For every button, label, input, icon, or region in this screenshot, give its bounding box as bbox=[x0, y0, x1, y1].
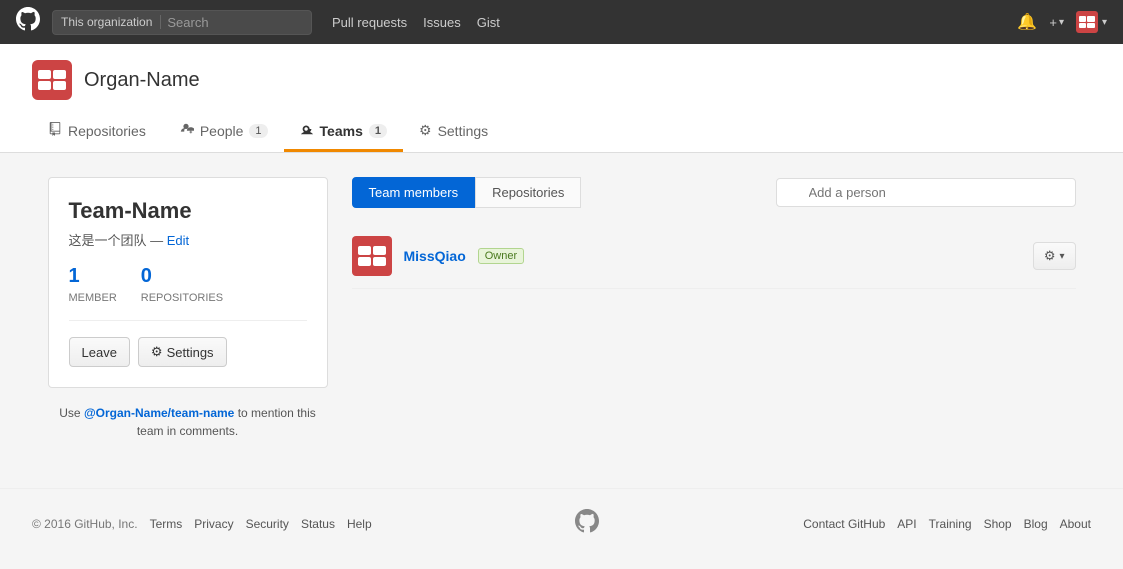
settings-button[interactable]: ⚙ Settings bbox=[138, 337, 227, 367]
navbar: This organization Pull requests Issues G… bbox=[0, 0, 1123, 44]
add-person-input[interactable] bbox=[776, 178, 1076, 207]
footer-shop[interactable]: Shop bbox=[984, 517, 1012, 531]
footer-help[interactable]: Help bbox=[347, 517, 372, 531]
navbar-links: Pull requests Issues Gist bbox=[332, 15, 500, 30]
team-stats: 1 MEMBER 0 REPOSITORIES bbox=[69, 265, 307, 321]
org-header: Organ-Name Repositories People 1 Teams 1… bbox=[0, 44, 1123, 153]
team-repositories-tab[interactable]: Repositories bbox=[475, 177, 581, 208]
footer-contact-github[interactable]: Contact GitHub bbox=[803, 517, 885, 531]
repo-count: 0 bbox=[141, 265, 223, 288]
repositories-icon bbox=[48, 122, 62, 139]
repo-stat: 0 REPOSITORIES bbox=[141, 265, 223, 304]
user-avatar-button[interactable]: ▾ bbox=[1076, 11, 1107, 33]
navbar-right: 🔔 + ▾ ▾ bbox=[1017, 11, 1107, 33]
tab-teams-count: 1 bbox=[369, 124, 387, 138]
team-desc-sep: — bbox=[150, 233, 167, 248]
footer-right: Contact GitHub API Training Shop Blog Ab… bbox=[803, 517, 1091, 531]
create-new-button[interactable]: + ▾ bbox=[1049, 15, 1064, 30]
footer-copyright: © 2016 GitHub, Inc. bbox=[32, 517, 138, 531]
people-icon bbox=[178, 122, 194, 139]
nav-gist[interactable]: Gist bbox=[477, 15, 500, 30]
tab-settings[interactable]: ⚙ Settings bbox=[403, 112, 504, 152]
footer-center bbox=[575, 509, 599, 539]
mention-link[interactable]: @Organ-Name/team-name bbox=[84, 406, 234, 420]
mention-prefix: Use bbox=[59, 406, 80, 420]
footer-security[interactable]: Security bbox=[246, 517, 289, 531]
tab-teams-label: Teams bbox=[320, 123, 363, 139]
team-desc-text: 这是一个团队 bbox=[69, 233, 147, 248]
tab-repositories-label: Repositories bbox=[68, 123, 146, 139]
member-label: MEMBER bbox=[69, 292, 117, 304]
team-card: Team-Name 这是一个团队 — Edit 1 MEMBER 0 REPOS… bbox=[48, 177, 328, 388]
teams-icon bbox=[300, 122, 314, 139]
footer-about[interactable]: About bbox=[1060, 517, 1091, 531]
footer: © 2016 GitHub, Inc. Terms Privacy Securi… bbox=[0, 488, 1123, 559]
github-logo-icon[interactable] bbox=[16, 7, 40, 38]
repo-label: REPOSITORIES bbox=[141, 292, 223, 304]
team-main: Team members Repositories bbox=[352, 177, 1076, 440]
org-name: Organ-Name bbox=[84, 69, 200, 92]
add-person-wrap bbox=[776, 178, 1076, 207]
member-username[interactable]: MissQiao bbox=[404, 248, 466, 264]
team-tabs-row: Team members Repositories bbox=[352, 177, 1076, 208]
avatar-chevron-icon: ▾ bbox=[1102, 17, 1107, 28]
org-title-row: Organ-Name bbox=[32, 60, 1091, 100]
search-context-label: This organization bbox=[61, 15, 161, 29]
team-actions: Leave ⚙ Settings bbox=[69, 337, 307, 367]
tab-people-label: People bbox=[200, 123, 244, 139]
member-role-badge: Owner bbox=[478, 248, 524, 264]
notification-icon[interactable]: 🔔 bbox=[1017, 12, 1037, 32]
settings-icon: ⚙ bbox=[419, 122, 432, 139]
nav-pull-requests[interactable]: Pull requests bbox=[332, 15, 407, 30]
footer-blog[interactable]: Blog bbox=[1024, 517, 1048, 531]
member-avatar bbox=[352, 236, 392, 276]
footer-training[interactable]: Training bbox=[929, 517, 972, 531]
team-description: 这是一个团队 — Edit bbox=[69, 230, 307, 249]
tab-settings-label: Settings bbox=[438, 123, 489, 139]
team-mention: Use @Organ-Name/team-name to mention thi… bbox=[48, 404, 328, 440]
nav-issues[interactable]: Issues bbox=[423, 15, 461, 30]
team-edit-link[interactable]: Edit bbox=[167, 233, 189, 248]
member-count: 1 bbox=[69, 265, 117, 288]
avatar bbox=[1076, 11, 1098, 33]
avatar-grid bbox=[1079, 16, 1095, 28]
footer-api[interactable]: API bbox=[897, 517, 916, 531]
tab-repositories[interactable]: Repositories bbox=[32, 112, 162, 152]
footer-github-logo-icon bbox=[575, 509, 599, 539]
member-stat: 1 MEMBER bbox=[69, 265, 117, 304]
settings-label: Settings bbox=[167, 345, 214, 360]
footer-status[interactable]: Status bbox=[301, 517, 335, 531]
table-row: MissQiao Owner ⚙ ▾ bbox=[352, 224, 1076, 289]
org-avatar bbox=[32, 60, 72, 100]
add-person-container bbox=[776, 178, 1076, 207]
team-members-tab[interactable]: Team members bbox=[352, 177, 476, 208]
member-list: MissQiao Owner ⚙ ▾ bbox=[352, 224, 1076, 289]
footer-terms[interactable]: Terms bbox=[150, 517, 183, 531]
footer-privacy[interactable]: Privacy bbox=[194, 517, 233, 531]
sidebar: Team-Name 这是一个团队 — Edit 1 MEMBER 0 REPOS… bbox=[48, 177, 328, 440]
team-name: Team-Name bbox=[69, 198, 307, 224]
member-gear-button[interactable]: ⚙ ▾ bbox=[1033, 242, 1076, 270]
footer-left: © 2016 GitHub, Inc. Terms Privacy Securi… bbox=[32, 517, 372, 531]
tab-teams[interactable]: Teams 1 bbox=[284, 112, 403, 152]
gear-icon: ⚙ bbox=[1044, 248, 1056, 264]
leave-button[interactable]: Leave bbox=[69, 337, 130, 367]
search-bar: This organization bbox=[52, 10, 312, 35]
main-content: Team-Name 这是一个团队 — Edit 1 MEMBER 0 REPOS… bbox=[32, 177, 1092, 440]
org-tabs: Repositories People 1 Teams 1 ⚙ Settings bbox=[32, 112, 1091, 152]
gear-icon: ⚙ bbox=[151, 344, 163, 360]
plus-chevron-icon: ▾ bbox=[1059, 17, 1064, 28]
gear-chevron-icon: ▾ bbox=[1059, 251, 1064, 262]
search-input[interactable] bbox=[167, 15, 287, 30]
member-actions: ⚙ ▾ bbox=[1033, 242, 1076, 270]
tab-people-count: 1 bbox=[249, 124, 267, 138]
tab-people[interactable]: People 1 bbox=[162, 112, 284, 152]
